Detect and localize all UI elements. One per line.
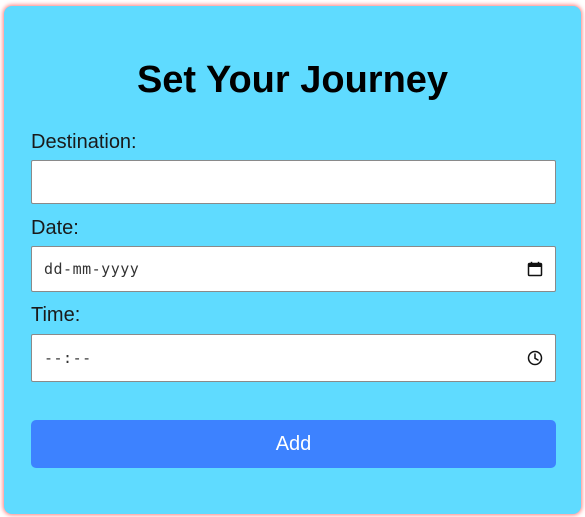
- journey-form-card: Set Your Journey Destination: Date: dd-m…: [4, 6, 581, 514]
- destination-input[interactable]: [31, 160, 556, 204]
- date-placeholder: dd-mm-yyyy: [44, 260, 140, 278]
- date-input[interactable]: dd-mm-yyyy: [31, 246, 556, 292]
- calendar-icon[interactable]: [527, 261, 543, 277]
- date-label: Date:: [31, 217, 79, 239]
- time-input[interactable]: --:--: [31, 334, 556, 382]
- add-button[interactable]: Add: [31, 420, 556, 468]
- clock-icon[interactable]: [527, 350, 543, 366]
- destination-label: Destination:: [31, 131, 137, 153]
- page-title: Set Your Journey: [136, 59, 449, 101]
- time-placeholder: --:--: [44, 349, 92, 367]
- time-label: Time:: [31, 304, 81, 326]
